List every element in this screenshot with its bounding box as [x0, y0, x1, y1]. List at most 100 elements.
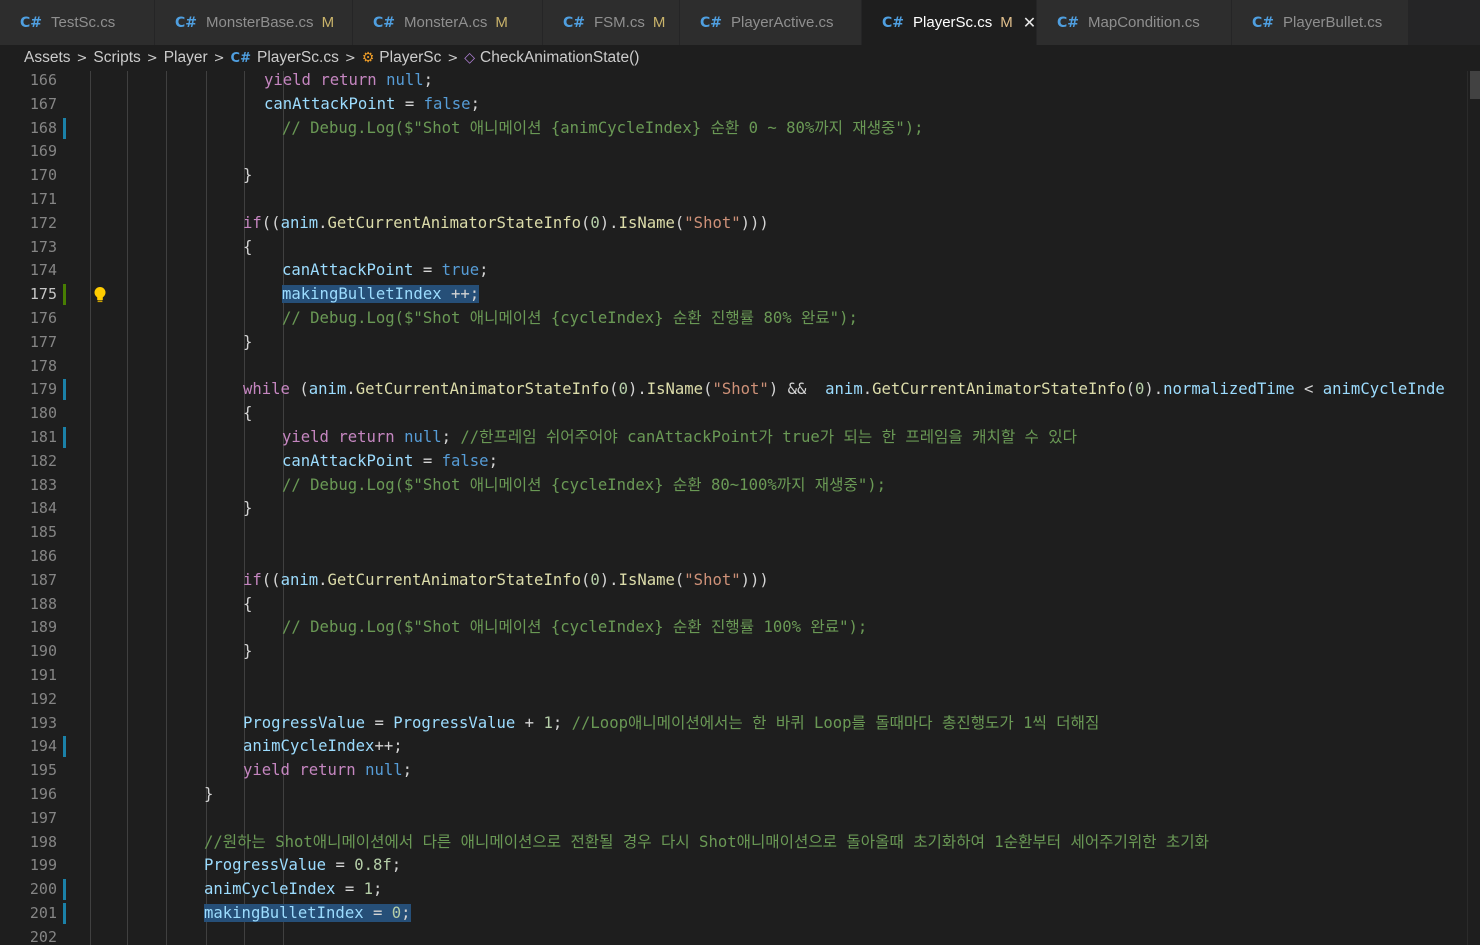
git-modified-marker[interactable] [63, 879, 66, 901]
line-number: 168 [29, 118, 57, 137]
code-line[interactable]: 192 [0, 688, 1480, 712]
code-text: //원하는 Shot애니메이션에서 다른 애니메이션으로 전환될 경우 다시 S… [204, 831, 1209, 855]
code-line[interactable]: 174 canAttackPoint = true; [0, 259, 1480, 283]
git-modified-marker[interactable] [63, 903, 66, 924]
code-token: + [515, 713, 544, 732]
tab-mapcondition-cs[interactable]: C# MapCondition.cs [1037, 0, 1232, 45]
code-line[interactable]: 181 yield return null; //한프레임 쉬어주어야 canAt… [0, 426, 1480, 450]
tab-playerbullet-cs[interactable]: C# PlayerBullet.cs [1232, 0, 1409, 45]
code-line[interactable]: 190} [0, 640, 1480, 664]
close-tab-icon[interactable]: ✕ [1023, 13, 1036, 32]
csharp-file-icon: C# [1057, 14, 1080, 31]
line-number: 188 [29, 594, 57, 613]
tab-monsterbase-cs[interactable]: C# MonsterBase.cs M [155, 0, 353, 45]
code-token: = [413, 261, 442, 280]
line-number: 189 [29, 618, 57, 637]
chevron-right-icon: > [213, 50, 225, 66]
code-token: ; [488, 451, 498, 470]
git-modified-marker[interactable] [63, 379, 66, 401]
code-line[interactable]: 167 canAttackPoint = false; [0, 93, 1480, 117]
scrollbar-thumb[interactable] [1470, 71, 1480, 99]
code-line[interactable]: 186 [0, 545, 1480, 569]
code-token: animCycleIndex [243, 737, 375, 756]
breadcrumb-file[interactable]: PlayerSc.cs [257, 49, 339, 67]
line-number: 201 [29, 904, 57, 922]
breadcrumb-assets[interactable]: Assets [24, 49, 71, 67]
git-modified-marker[interactable] [63, 736, 66, 758]
code-line[interactable]: 202 [0, 926, 1480, 945]
code-line[interactable]: 175 makingBulletIndex ++; [0, 283, 1480, 307]
code-token: { [243, 404, 253, 423]
code-token: 0.8f [354, 856, 392, 875]
code-line[interactable]: 189 // Debug.Log($"Shot 애니메이션 {cycleIndex… [0, 616, 1480, 640]
tab-testsc-cs[interactable]: C# TestSc.cs [0, 0, 155, 45]
code-token: "Shot" [712, 380, 769, 399]
lightbulb-icon[interactable] [93, 286, 107, 304]
code-line[interactable]: 169 [0, 140, 1480, 164]
code-line[interactable]: 191 [0, 664, 1480, 688]
tab-label: MonsterBase.cs [206, 14, 314, 31]
tab-monstera-cs[interactable]: C# MonsterA.cs M [353, 0, 543, 45]
git-modified-marker[interactable] [63, 117, 66, 139]
code-line[interactable]: 172 if((anim.GetCurrentAnimatorStateInfo(… [0, 212, 1480, 236]
tab-playersc-cs[interactable]: C# PlayerSc.cs M ✕ [862, 0, 1037, 45]
code-editor[interactable]: 166 yield return null; 167 canAttackPoint … [0, 71, 1480, 945]
code-line[interactable]: 201 makingBulletIndex = 0; [0, 902, 1480, 926]
git-modified-marker[interactable] [63, 427, 66, 448]
line-number: 170 [29, 166, 57, 185]
csharp-file-icon: C# [20, 14, 43, 31]
code-text: if((anim.GetCurrentAnimatorStateInfo(0).… [243, 569, 769, 593]
code-line[interactable]: 188 { [0, 593, 1480, 617]
code-line[interactable]: 194 animCycleIndex++; [0, 735, 1480, 759]
code-line[interactable]: 184} [0, 497, 1480, 521]
code-token: false [423, 94, 471, 113]
code-token: 0 [590, 213, 600, 232]
code-line[interactable]: 197 [0, 807, 1480, 831]
code-token: 0 [590, 570, 600, 589]
breadcrumb-class[interactable]: PlayerSc [379, 49, 441, 67]
tab-label: MapCondition.cs [1088, 14, 1200, 31]
code-line[interactable]: 182 canAttackPoint = false; [0, 450, 1480, 474]
tab-fsm-cs[interactable]: C# FSM.cs M [543, 0, 680, 45]
code-line[interactable]: 200 animCycleIndex = 1; [0, 878, 1480, 902]
code-token: ; [402, 761, 413, 780]
git-added-marker[interactable] [63, 284, 66, 306]
code-line[interactable]: 183 // Debug.Log($"Shot 애니메이션 {cycleIndex… [0, 474, 1480, 498]
tab-label: MonsterA.cs [404, 14, 488, 31]
code-token: ProgressValue [243, 713, 366, 732]
code-token: ( [609, 380, 619, 399]
vertical-scrollbar[interactable] [1467, 71, 1480, 945]
breadcrumb-method[interactable]: CheckAnimationState() [480, 49, 639, 67]
code-line[interactable]: 166 yield return null; [0, 71, 1480, 93]
code-line[interactable]: 185 [0, 521, 1480, 545]
breadcrumb-scripts[interactable]: Scripts [93, 49, 140, 67]
code-line[interactable]: 196} [0, 783, 1480, 807]
code-token: ( [1125, 380, 1135, 399]
code-line[interactable]: 187 if((anim.GetCurrentAnimatorStateInfo(… [0, 569, 1480, 593]
code-line[interactable]: 198 //원하는 Shot애니메이션에서 다른 애니메이션으로 전환될 경우 다… [0, 831, 1480, 855]
code-token: 1 [363, 880, 373, 899]
line-number: 191 [29, 666, 57, 684]
code-line[interactable]: 193 ProgressValue = ProgressValue + 1; //… [0, 712, 1480, 736]
code-token: // Debug.Log($"Shot 애니메이션 {cycleIndex} 순… [282, 475, 887, 494]
code-line[interactable]: 199 ProgressValue = 0.8f; [0, 854, 1480, 878]
selection-highlight: makingBulletIndex ++; [282, 285, 480, 304]
code-text: canAttackPoint = true; [282, 259, 489, 283]
code-token: // Debug.Log($"Shot 애니메이션 {cycleIndex} 순… [282, 309, 858, 327]
code-line[interactable]: 168 // Debug.Log($"Shot 애니메이션 {animCycleI… [0, 117, 1480, 141]
editor-tab-bar: C# TestSc.cs C# MonsterBase.cs M C# MonsterA.c… [0, 0, 1480, 45]
code-line[interactable]: 195 yield return null; [0, 759, 1480, 783]
code-line[interactable]: 178 [0, 355, 1480, 379]
code-line[interactable]: 177} [0, 331, 1480, 355]
code-line[interactable]: 171 [0, 188, 1480, 212]
tab-playeractive-cs[interactable]: C# PlayerActive.cs [680, 0, 862, 45]
code-text: ProgressValue = 0.8f; [204, 854, 401, 878]
code-line[interactable]: 176 // Debug.Log($"Shot 애니메이션 {cycleIndex… [0, 307, 1480, 331]
code-line[interactable]: 173 { [0, 236, 1480, 260]
code-line[interactable]: 180 { [0, 402, 1480, 426]
code-line[interactable]: 170} [0, 164, 1480, 188]
code-line[interactable]: 179 while (anim.GetCurrentAnimatorStateIn… [0, 378, 1480, 402]
class-icon: ⚙ [361, 50, 375, 66]
breadcrumb-player[interactable]: Player [164, 49, 208, 67]
line-number: 202 [29, 927, 57, 945]
